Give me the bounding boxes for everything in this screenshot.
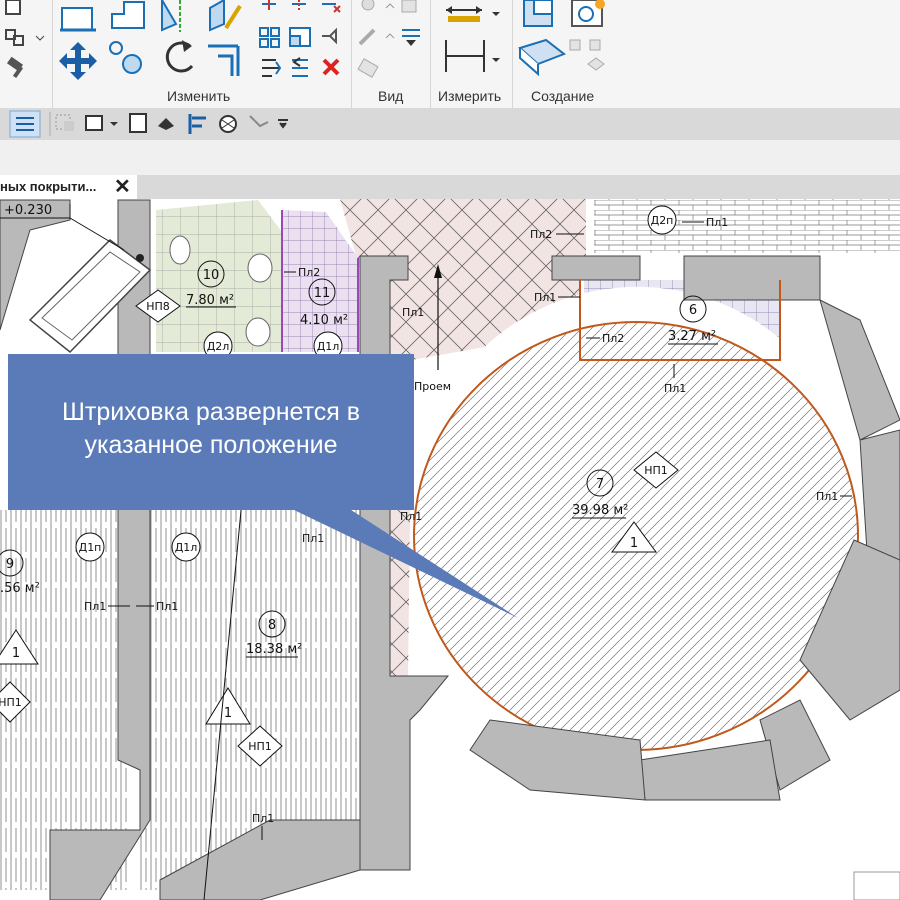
svg-text:НП1: НП1	[0, 696, 22, 709]
trim-icon[interactable]	[208, 44, 240, 76]
filter-icon[interactable]	[85, 115, 118, 131]
offset-icon[interactable]	[111, 1, 145, 29]
callout-line-2: указанное положение	[84, 431, 338, 459]
door-tag-d2p[interactable]: Д2п	[647, 205, 677, 235]
svg-text:Пл1: Пл1	[400, 510, 422, 523]
ribbon: Изменить Вид Измерить Создание	[0, 0, 900, 108]
split-line-icon[interactable]	[262, 59, 282, 77]
toolbar-band	[0, 140, 900, 175]
svg-text:Пл1: Пл1	[664, 382, 686, 395]
copy-icon[interactable]	[109, 41, 142, 74]
panel-title-modify: Изменить	[167, 88, 231, 104]
split-gap-icon[interactable]	[292, 0, 306, 10]
delete-segment-icon[interactable]	[322, 3, 341, 13]
delete-icon[interactable]	[322, 58, 340, 76]
lightbulb-icon[interactable]	[361, 0, 395, 11]
brush-icon[interactable]	[358, 28, 395, 46]
svg-text:Пл2: Пл2	[530, 228, 552, 241]
svg-text:Пл1: Пл1	[252, 812, 274, 825]
floor-plan-canvas[interactable]: 10 7.80 м² 11 4.10 м² 6 3.27 м² 7 39.98 …	[0, 199, 900, 900]
room-num-6: 6	[689, 303, 697, 318]
scale-icon[interactable]	[289, 27, 311, 47]
flip-icon[interactable]	[158, 118, 174, 130]
layer-icon[interactable]	[401, 0, 417, 13]
panel-title-view: Вид	[378, 88, 404, 104]
view-tab-label: ных покрыти...	[0, 179, 97, 194]
component-icon[interactable]	[523, 0, 553, 27]
room-area-11: 4.10 м²	[300, 313, 348, 328]
room-area-7: 39.98 м²	[572, 503, 628, 518]
room-num-9: 9	[6, 557, 14, 572]
svg-text:1: 1	[630, 536, 638, 551]
pick-icon[interactable]	[129, 113, 147, 133]
close-icon[interactable]: ✕	[114, 174, 131, 199]
align-edges-icon[interactable]	[188, 114, 206, 134]
room-area-8: 18.38 м²	[246, 642, 302, 657]
path-icon[interactable]	[249, 115, 269, 128]
pin-icon[interactable]	[322, 27, 337, 45]
svg-text:Д2л: Д2л	[207, 340, 230, 353]
door-tag-d1p[interactable]: Д1п	[75, 532, 105, 562]
assembly-icon[interactable]	[569, 39, 605, 71]
mirror-draw-icon[interactable]	[209, 0, 242, 32]
panel-title-create: Создание	[531, 88, 595, 104]
cube-icon[interactable]	[5, 0, 21, 15]
svg-text:Пл1: Пл1	[156, 600, 178, 613]
svg-text:+0.230: +0.230	[4, 203, 52, 218]
pattern-icon[interactable]	[219, 115, 237, 133]
room-num-10: 10	[203, 268, 220, 283]
overflow-icon[interactable]	[278, 119, 288, 129]
svg-text:1: 1	[12, 646, 20, 661]
move-icon[interactable]	[59, 42, 97, 80]
measure-icon[interactable]	[446, 6, 500, 22]
align-icon[interactable]	[60, 7, 96, 32]
view-tab[interactable]: ных покрыти... ✕	[0, 175, 137, 199]
room-num-8: 8	[268, 618, 276, 633]
svg-text:Пл2: Пл2	[298, 266, 320, 279]
room-area-9: .56 м²	[0, 581, 40, 596]
split-icon[interactable]	[262, 0, 276, 10]
door-tag-d1l-2[interactable]: Д1л	[171, 532, 201, 562]
svg-text:1: 1	[224, 706, 232, 721]
eraser-icon[interactable]	[357, 58, 379, 78]
linework-icon[interactable]	[402, 29, 420, 46]
dimension-icon[interactable]	[445, 40, 500, 72]
svg-text:Пл1: Пл1	[706, 216, 728, 229]
svg-text:Проем: Проем	[414, 380, 451, 393]
panel-title-measure: Измерить	[438, 88, 502, 104]
svg-text:Пл1: Пл1	[534, 291, 556, 304]
svg-text:Д1п: Д1п	[79, 541, 102, 554]
hammer-icon[interactable]	[6, 56, 24, 79]
svg-text:НП1: НП1	[248, 740, 272, 753]
ribbon-tools	[5, 0, 605, 80]
room-area-10: 7.80 м²	[186, 293, 234, 308]
svg-text:Пл1: Пл1	[402, 306, 424, 319]
parts-icon[interactable]	[518, 38, 567, 77]
room-num-7: 7	[596, 477, 604, 492]
array-icon[interactable]	[259, 27, 280, 48]
svg-text:Д1л: Д1л	[175, 541, 198, 554]
mirror-axis-icon[interactable]	[161, 0, 181, 32]
options-toolbar	[0, 108, 900, 140]
room-area-6: 3.27 м²	[668, 329, 716, 344]
svg-text:Д2п: Д2п	[651, 214, 674, 227]
callout-text: Штриховка развернется в указанное положе…	[8, 396, 414, 462]
room-num-11: 11	[314, 286, 331, 301]
svg-text:Пл2: Пл2	[602, 332, 624, 345]
svg-text:НП8: НП8	[146, 300, 170, 313]
link-icon[interactable]	[5, 29, 45, 46]
tab-strip	[137, 175, 900, 199]
select-icon[interactable]	[55, 114, 74, 131]
properties-icon[interactable]	[9, 110, 41, 138]
create-family-icon[interactable]	[571, 0, 605, 27]
rotate-icon[interactable]	[165, 40, 194, 73]
list-arrow-icon[interactable]	[292, 57, 308, 77]
svg-text:Пл1: Пл1	[84, 600, 106, 613]
svg-text:Пл1: Пл1	[302, 532, 324, 545]
svg-text:НП1: НП1	[644, 464, 668, 477]
callout-line-1: Штриховка развернется в	[61, 398, 361, 426]
svg-text:Д1л: Д1л	[317, 340, 340, 353]
svg-text:Пл1: Пл1	[816, 490, 838, 503]
